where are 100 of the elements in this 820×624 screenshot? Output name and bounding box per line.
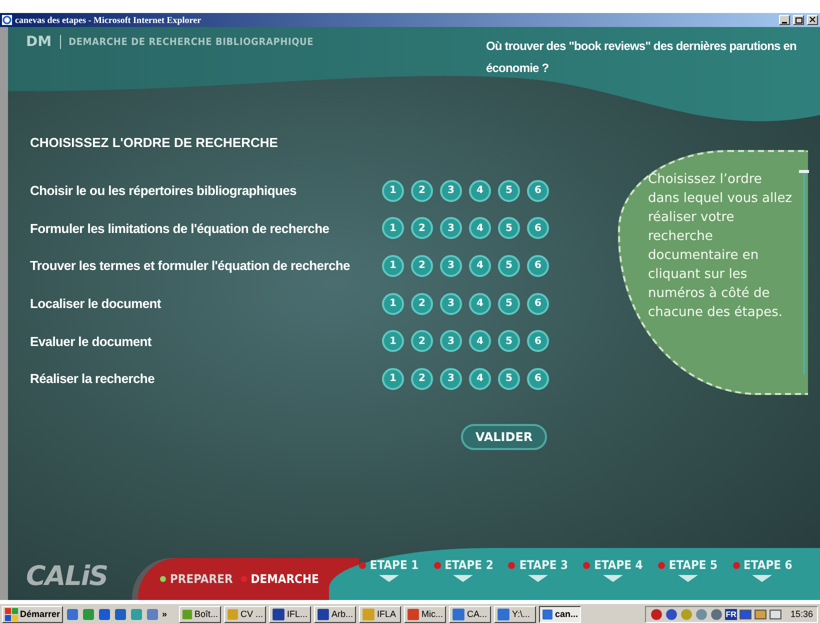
order-number-button[interactable]: 6	[527, 217, 549, 240]
order-number-button[interactable]: 6	[527, 254, 549, 277]
order-number-button[interactable]: 1	[382, 292, 404, 315]
app-icon[interactable]	[98, 608, 112, 620]
help-text: Choisissez l’ordre dans lequel vous allez réaliser votre recherche documentaire en cliquant sur les numéros à côté de chacune des étapes.	[648, 171, 794, 322]
tray-icon[interactable]	[664, 608, 678, 620]
order-number-button[interactable]: 2	[411, 254, 433, 277]
tray-icon[interactable]	[769, 608, 782, 620]
order-number-button[interactable]: 2	[411, 330, 433, 352]
language-indicator[interactable]: FR	[724, 608, 738, 620]
question-text: Où trouver des "book reviews" des dernières parutions en économie ?	[486, 38, 798, 77]
order-number-button[interactable]: 5	[498, 217, 520, 240]
close-icon	[808, 16, 816, 24]
window-icon	[227, 608, 239, 620]
order-number-button[interactable]: 3	[440, 217, 462, 240]
step-tab[interactable]: ETAPE 5	[658, 558, 718, 572]
taskbar-button[interactable]: CA...	[449, 606, 492, 622]
order-number-button[interactable]: 5	[498, 254, 520, 277]
instruction-heading: CHOISISSEZ L'ORDRE DE RECHERCHE	[30, 135, 279, 150]
order-number-button[interactable]: 2	[411, 217, 433, 240]
order-number-button[interactable]: 5	[498, 292, 520, 315]
step-label: Evaluer le document	[30, 334, 152, 349]
calis-logo: CALiS	[25, 561, 109, 594]
taskbar-button[interactable]: IFLA	[359, 606, 402, 622]
order-number-button[interactable]: 1	[382, 180, 404, 202]
order-number-button[interactable]: 1	[382, 217, 404, 240]
order-number-button[interactable]: 6	[527, 180, 549, 202]
app-icon[interactable]	[66, 608, 80, 620]
taskbar-button[interactable]: Arb...	[314, 606, 356, 622]
tray-icon[interactable]	[710, 608, 723, 620]
taskbar-button[interactable]: CV ...	[224, 606, 266, 622]
triangle-icon	[678, 575, 698, 582]
order-number-button[interactable]: 4	[469, 368, 491, 390]
window-icon	[272, 608, 286, 620]
app-icon[interactable]	[130, 608, 144, 620]
step-tab[interactable]: ETAPE 6	[732, 558, 792, 572]
app-icon[interactable]	[114, 608, 128, 620]
app-icon[interactable]	[82, 608, 96, 620]
order-number-button[interactable]: 5	[498, 180, 520, 202]
order-number-button[interactable]: 3	[440, 330, 462, 352]
order-number-button[interactable]: 3	[440, 368, 462, 390]
step-tab[interactable]: ETAPE 3	[508, 558, 568, 572]
order-number-button[interactable]: 5	[498, 368, 520, 390]
browser-icon	[2, 15, 12, 25]
minimize-button[interactable]	[779, 15, 790, 25]
tray-icon[interactable]	[739, 608, 752, 620]
window-icon	[452, 608, 466, 620]
close-button[interactable]	[807, 15, 818, 25]
order-number-button[interactable]: 4	[469, 180, 491, 202]
order-number-button[interactable]: 3	[440, 180, 462, 202]
order-number-button[interactable]: 4	[469, 254, 491, 277]
taskbar-button[interactable]: Mic...	[404, 606, 446, 622]
step-tab[interactable]: ETAPE 2	[434, 558, 494, 572]
window-icon	[542, 608, 554, 620]
tray-icon[interactable]	[754, 608, 768, 620]
section-title: DEMARCHE DE RECHERCHE BIBLIOGRAPHIQUE	[68, 36, 314, 48]
taskbar-button[interactable]: IFL...	[269, 606, 312, 622]
order-number-button[interactable]: 1	[382, 368, 404, 390]
triangle-icon	[378, 575, 399, 582]
step-label: Trouver les termes et formuler l'équation de recherche	[30, 258, 351, 274]
step-label: Formuler les limitations de l'équation de recherche	[30, 220, 330, 236]
triangle-icon	[528, 575, 548, 582]
order-number-button[interactable]: 6	[527, 330, 549, 352]
order-number-button[interactable]: 3	[440, 292, 462, 315]
phase-link[interactable]: DEMARCHE	[240, 572, 319, 586]
tray-icon[interactable]	[650, 608, 663, 620]
triangle-icon	[453, 575, 474, 582]
taskbar-button[interactable]: can...	[539, 606, 582, 622]
order-number-button[interactable]: 6	[527, 292, 549, 315]
windows-logo-icon	[5, 608, 18, 620]
triangle-icon	[602, 575, 623, 582]
order-number-button[interactable]: 4	[469, 330, 491, 352]
restore-button[interactable]	[793, 15, 804, 25]
step-label: Localiser le document	[30, 296, 162, 312]
order-number-button[interactable]: 3	[440, 254, 462, 277]
order-number-button[interactable]: 2	[411, 292, 433, 315]
more-button[interactable]: »	[162, 609, 176, 619]
order-number-button[interactable]: 2	[411, 368, 433, 390]
taskbar-button[interactable]: Y:\...	[494, 606, 536, 622]
section-code: DM	[26, 34, 52, 50]
order-number-button[interactable]: 2	[411, 180, 433, 202]
validate-button[interactable]: VALIDER	[461, 424, 547, 450]
order-number-button[interactable]: 1	[382, 254, 404, 277]
app-icon[interactable]	[146, 608, 160, 620]
restore-icon	[794, 16, 802, 24]
order-number-button[interactable]: 1	[382, 330, 404, 352]
start-button[interactable]: Démarrer	[2, 606, 64, 622]
order-number-button[interactable]: 5	[498, 330, 520, 352]
triangle-icon	[752, 575, 772, 582]
order-number-button[interactable]: 6	[527, 368, 549, 390]
step-tab[interactable]: ETAPE 1	[358, 558, 419, 572]
order-number-button[interactable]: 4	[469, 217, 491, 240]
taskbar-button[interactable]: Boît...	[179, 606, 222, 622]
order-number-button[interactable]: 4	[469, 292, 491, 315]
window-icon	[362, 608, 376, 620]
window-icon	[407, 608, 420, 620]
window-title: canevas des etapes - Microsoft Internet Explorer	[15, 15, 202, 25]
phase-link[interactable]: PREPARER	[160, 572, 233, 586]
step-tab[interactable]: ETAPE 4	[583, 558, 643, 572]
step-label: Réaliser la recherche	[30, 371, 156, 386]
